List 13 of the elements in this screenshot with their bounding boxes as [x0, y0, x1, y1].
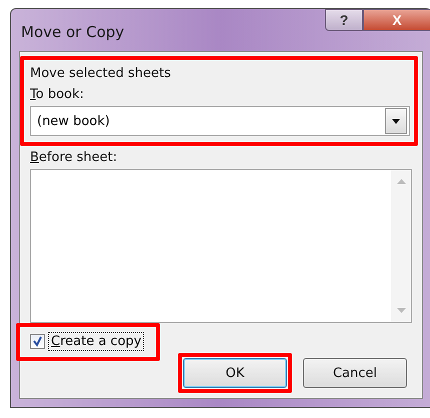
dialog-button[interactable]: OK: [183, 358, 287, 388]
section-label: Move selected sheets: [30, 66, 172, 81]
field-label: Before sheet:: [30, 150, 118, 165]
sheet-list[interactable]: [30, 169, 412, 323]
dialog-button[interactable]: Cancel: [303, 358, 407, 388]
scrollbar[interactable]: [391, 170, 411, 322]
window-title: Move or Copy: [21, 23, 126, 41]
book-dropdown[interactable]: (new book): [30, 106, 410, 136]
checkmark-icon: [32, 336, 43, 347]
scroll-up-icon[interactable]: [396, 178, 406, 184]
help-button[interactable]: ?: [325, 9, 363, 31]
scroll-down-icon[interactable]: [396, 308, 406, 314]
field-label: To book:: [30, 87, 85, 102]
